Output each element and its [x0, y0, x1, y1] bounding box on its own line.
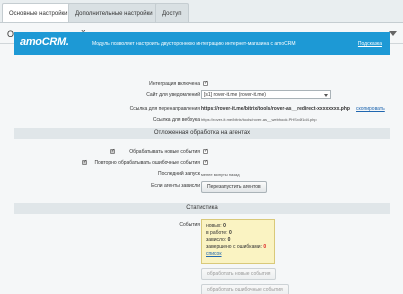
redirect-url: https://rover-it.me/bitrix/tools/rover-a…	[201, 106, 350, 112]
stat-new-label: новых:	[206, 223, 222, 229]
stat-hung-value: 0	[227, 237, 231, 243]
events-label: События	[179, 222, 200, 228]
stats-section-header: Статистика	[14, 203, 390, 214]
site-select-value: [s1] rover-it.me (rover-it.me)	[204, 92, 266, 98]
copy-link[interactable]: скопировать	[356, 106, 385, 112]
restart-agents-button[interactable]: Перезапустить агентов	[201, 181, 267, 193]
tab-bar: Основные настройки Дополнительные настро…	[0, 0, 403, 23]
process-new-checkbox[interactable]	[203, 148, 208, 154]
last-run-label: Последний запуск	[157, 171, 200, 177]
process-new-info-icon	[110, 148, 115, 154]
amocrm-banner: amoCRM. Модуль позволяет настроить двуст…	[14, 32, 390, 55]
stat-new-value: 0	[223, 223, 226, 229]
site-select[interactable]: [s1] rover-it.me (rover-it.me)	[201, 90, 331, 99]
agents-section-header: Отложенная обработка на агентах	[14, 128, 390, 139]
retry-errors-info-icon	[82, 159, 87, 165]
stat-errors-label: завершено с ошибками:	[206, 244, 262, 250]
events-stats-box: новых: 0 в работе: 0 зависло: 0 завершен…	[201, 219, 275, 264]
retry-errors-label: Повторно обрабатывать ошибочные события	[94, 160, 200, 166]
stat-hung: зависло: 0	[206, 237, 270, 244]
webhook-url: https://rover-it.me/bitrix/tools/rover-a…	[201, 117, 317, 122]
redirect-label: Ссылка для перенаправления	[129, 106, 200, 112]
tab-additional-settings[interactable]: Дополнительные настройки	[68, 3, 160, 22]
process-new-events-button[interactable]: обработать новые события	[201, 268, 277, 280]
integration-label: Интеграция включена	[149, 81, 200, 87]
chevron-down-icon	[324, 94, 328, 97]
last-run-value: менее минуты назад	[201, 172, 240, 177]
stat-in-work: в работе: 0	[206, 230, 270, 237]
integration-checkbox[interactable]	[203, 80, 208, 86]
banner-text: Модуль позволяет настроить двустороннюю …	[92, 41, 296, 47]
retry-errors-checkbox[interactable]	[203, 159, 208, 165]
stat-errors: завершено с ошибками: 0	[206, 244, 270, 251]
process-error-events-button[interactable]: обработать ошибочные события	[201, 284, 289, 294]
tab-main-settings[interactable]: Основные настройки	[2, 3, 75, 23]
site-label: Сайт для уведомлений	[146, 92, 200, 98]
events-list-link[interactable]: список	[206, 251, 270, 258]
help-link[interactable]: Подсказка	[358, 41, 382, 47]
stat-in-work-label: в работе:	[206, 230, 228, 236]
stuck-agents-label: Если агенты зависли	[151, 183, 200, 189]
tab-access[interactable]: Доступ	[155, 3, 189, 22]
stat-errors-value: 0	[263, 244, 267, 250]
process-new-label: Обрабатывать новые события	[129, 149, 200, 155]
stat-hung-label: зависло:	[206, 237, 227, 243]
webhook-label: Ссылка для вебхука	[152, 117, 200, 123]
amocrm-logo: amoCRM.	[20, 36, 69, 48]
collapse-icon[interactable]	[389, 31, 397, 36]
stat-in-work-value: 0	[228, 230, 232, 236]
stat-new: новых: 0	[206, 223, 270, 230]
